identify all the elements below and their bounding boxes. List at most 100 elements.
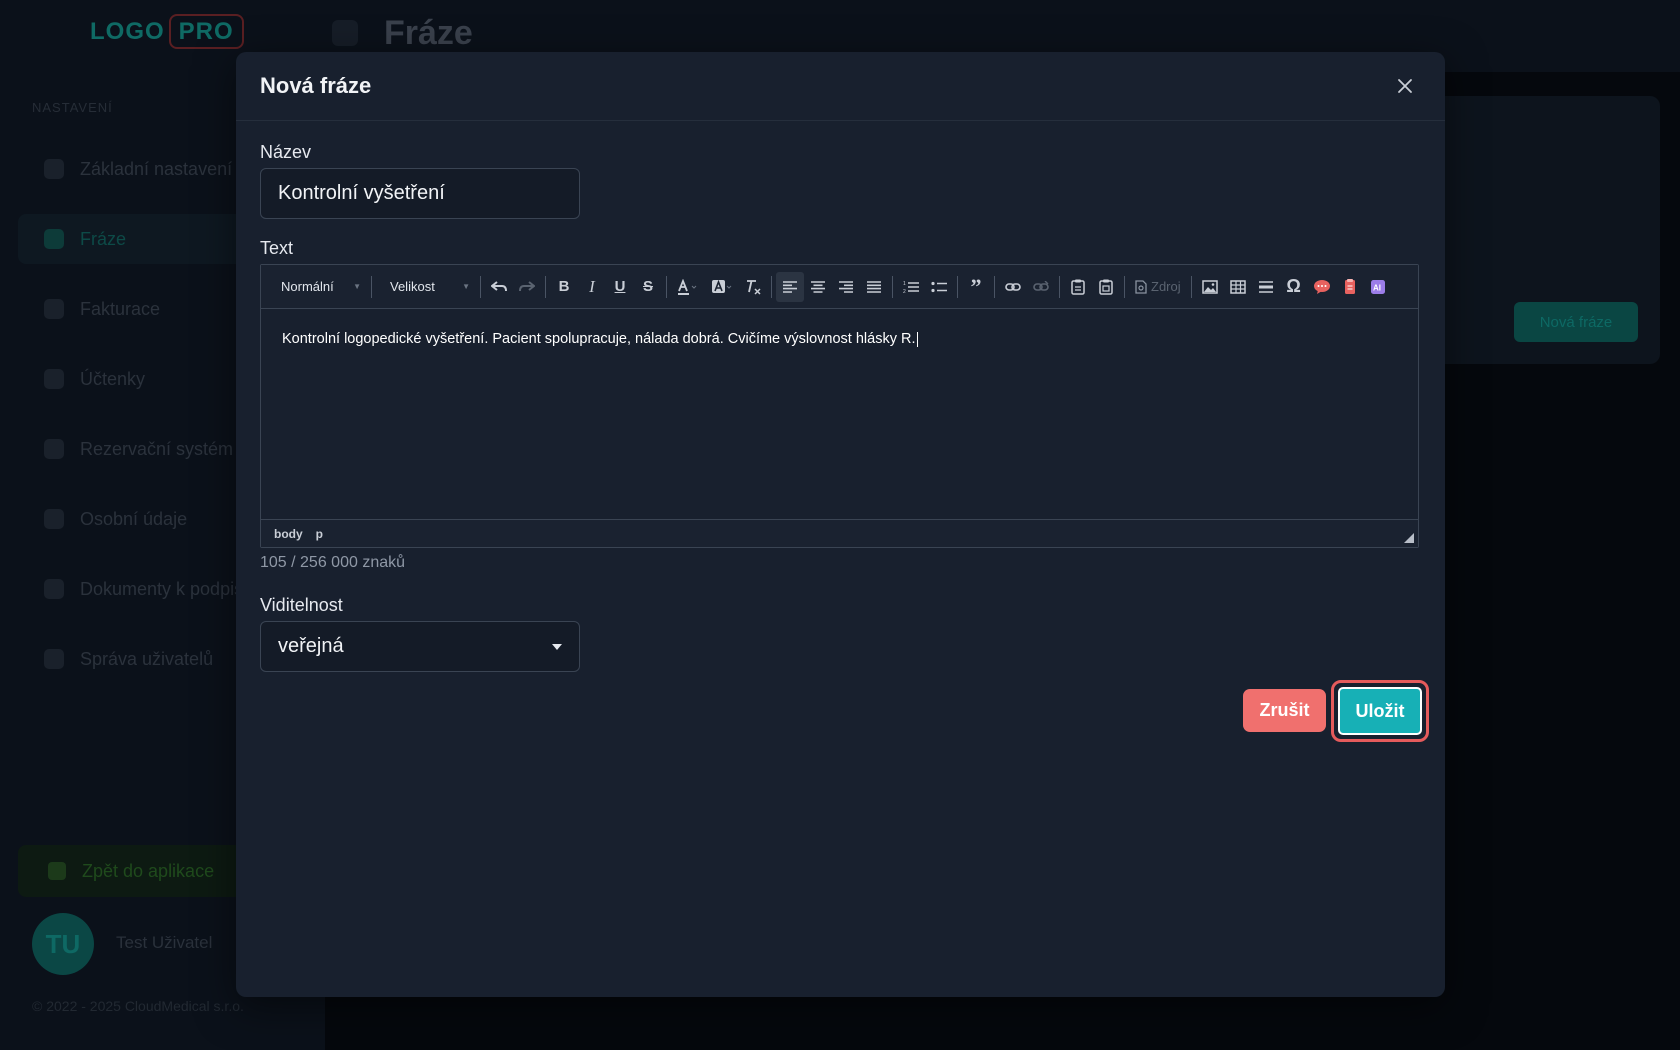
toolbar-separator [545, 275, 546, 298]
document-red-icon [1344, 278, 1355, 294]
visibility-select[interactable]: veřejná [260, 621, 580, 672]
calendar-icon [44, 439, 64, 459]
horizontal-line-button[interactable] [1252, 272, 1280, 302]
toolbar-separator [892, 275, 893, 298]
image-button[interactable] [1196, 272, 1224, 302]
text-cursor [916, 331, 918, 347]
svg-text:AI: AI [1373, 283, 1381, 292]
editor-text: Kontrolní logopedické vyšetření. Pacient… [282, 331, 916, 347]
numbered-list-icon: 12 [903, 281, 919, 294]
align-left-button[interactable] [776, 271, 804, 302]
toolbar-separator [771, 275, 772, 298]
align-justify-icon [867, 280, 881, 293]
underline-button[interactable]: U [606, 272, 634, 302]
unlink-button[interactable] [1027, 272, 1055, 302]
close-icon [1398, 79, 1412, 93]
rich-text-editor: Normální ▼ Velikost ▼ B I U S 12 ” Zdroj… [260, 264, 1419, 548]
italic-button[interactable]: I [578, 272, 606, 302]
horizontal-line-icon [1258, 280, 1273, 293]
arrow-left-icon [48, 862, 66, 880]
editor-content-area[interactable]: Kontrolní logopedické vyšetření. Pacient… [261, 309, 1418, 519]
paste-from-word-button[interactable] [1092, 272, 1120, 302]
align-right-button[interactable] [832, 272, 860, 302]
app-logo: LOGO PRO [90, 14, 244, 49]
copyright: © 2022 - 2025 CloudMedical s.r.o. [32, 998, 244, 1014]
user-name: Test Uživatel [116, 933, 213, 952]
visibility-selected-value: veřejná [278, 635, 344, 657]
link-button[interactable] [999, 272, 1027, 302]
toolbar-separator [957, 275, 958, 298]
text-label: Text [260, 238, 294, 258]
name-label: Název [260, 142, 312, 162]
ai-icon: AI [1370, 279, 1385, 294]
special-char-button[interactable]: Ω [1280, 272, 1308, 302]
text-color-button[interactable] [671, 272, 705, 302]
comment-button[interactable] [1308, 272, 1336, 302]
redo-button[interactable] [513, 272, 541, 302]
size-select[interactable]: Velikost ▼ [376, 272, 476, 302]
source-button[interactable]: Zdroj [1129, 272, 1187, 302]
settings-icon [44, 159, 64, 179]
redo-icon [519, 280, 535, 291]
align-center-icon [811, 280, 825, 293]
toolbar-separator [994, 275, 995, 298]
sidebar-section-label: NASTAVENÍ [32, 100, 113, 115]
editor-statusbar: body p [261, 519, 1418, 547]
visibility-label: Viditelnost [260, 595, 343, 615]
modal-title: Nová fráze [260, 73, 372, 98]
blockquote-button[interactable]: ” [962, 272, 990, 302]
path-crumb-p[interactable]: p [316, 527, 323, 541]
close-button[interactable] [1389, 70, 1421, 102]
background-color-button[interactable] [705, 272, 739, 302]
clipboard-word-icon [1099, 279, 1113, 295]
source-icon [1135, 279, 1147, 294]
ai-button[interactable]: AI [1364, 272, 1392, 302]
bullet-list-icon [931, 281, 947, 292]
bold-button[interactable]: B [550, 272, 578, 302]
background-color-icon [712, 279, 732, 293]
speech-bubble-icon [1313, 279, 1330, 294]
new-phrase-modal: Nová fráze Název Text Normální▼ Velikost… [236, 52, 1445, 997]
align-left-icon [783, 280, 797, 293]
format-select[interactable]: Normální ▼ [267, 272, 367, 302]
toolbar-separator [371, 275, 372, 298]
text-color-icon [678, 278, 697, 295]
phrases-icon [44, 229, 64, 249]
users-icon [44, 649, 64, 669]
caret-down-icon [552, 643, 562, 650]
align-justify-button[interactable] [860, 272, 888, 302]
menu-icon [332, 20, 358, 46]
link-icon [1005, 282, 1021, 291]
resize-handle[interactable] [1404, 533, 1414, 543]
table-icon [1229, 279, 1246, 294]
template-button[interactable] [1336, 272, 1364, 302]
unlink-icon [1033, 280, 1049, 291]
chevron-down-icon: ▼ [353, 282, 361, 291]
save-button-highlight: Uložit [1331, 680, 1429, 742]
document-icon [44, 579, 64, 599]
numbered-list-button[interactable]: 12 [897, 272, 925, 302]
name-input[interactable] [260, 168, 580, 219]
align-right-icon [839, 280, 853, 293]
clipboard-icon [1071, 279, 1085, 295]
paste-button[interactable] [1064, 272, 1092, 302]
invoice-icon [44, 299, 64, 319]
character-count: 105 / 256 000 znaků [260, 554, 406, 571]
toolbar-separator [1124, 275, 1125, 298]
avatar: TU [32, 913, 94, 975]
undo-button[interactable] [485, 272, 513, 302]
page-title: Fráze [384, 14, 473, 52]
toolbar-separator [1059, 275, 1060, 298]
bullet-list-button[interactable] [925, 272, 953, 302]
new-phrase-button: Nová fráze [1514, 302, 1638, 342]
path-crumb-body[interactable]: body [274, 527, 303, 541]
remove-format-button[interactable] [739, 272, 767, 302]
clear-format-icon [747, 279, 761, 295]
cancel-button[interactable]: Zrušit [1243, 689, 1326, 732]
table-button[interactable] [1224, 272, 1252, 302]
strikethrough-button[interactable]: S [634, 272, 662, 302]
save-button[interactable]: Uložit [1338, 687, 1422, 735]
chevron-down-icon: ▼ [462, 282, 470, 291]
align-center-button[interactable] [804, 272, 832, 302]
image-icon [1201, 279, 1218, 294]
